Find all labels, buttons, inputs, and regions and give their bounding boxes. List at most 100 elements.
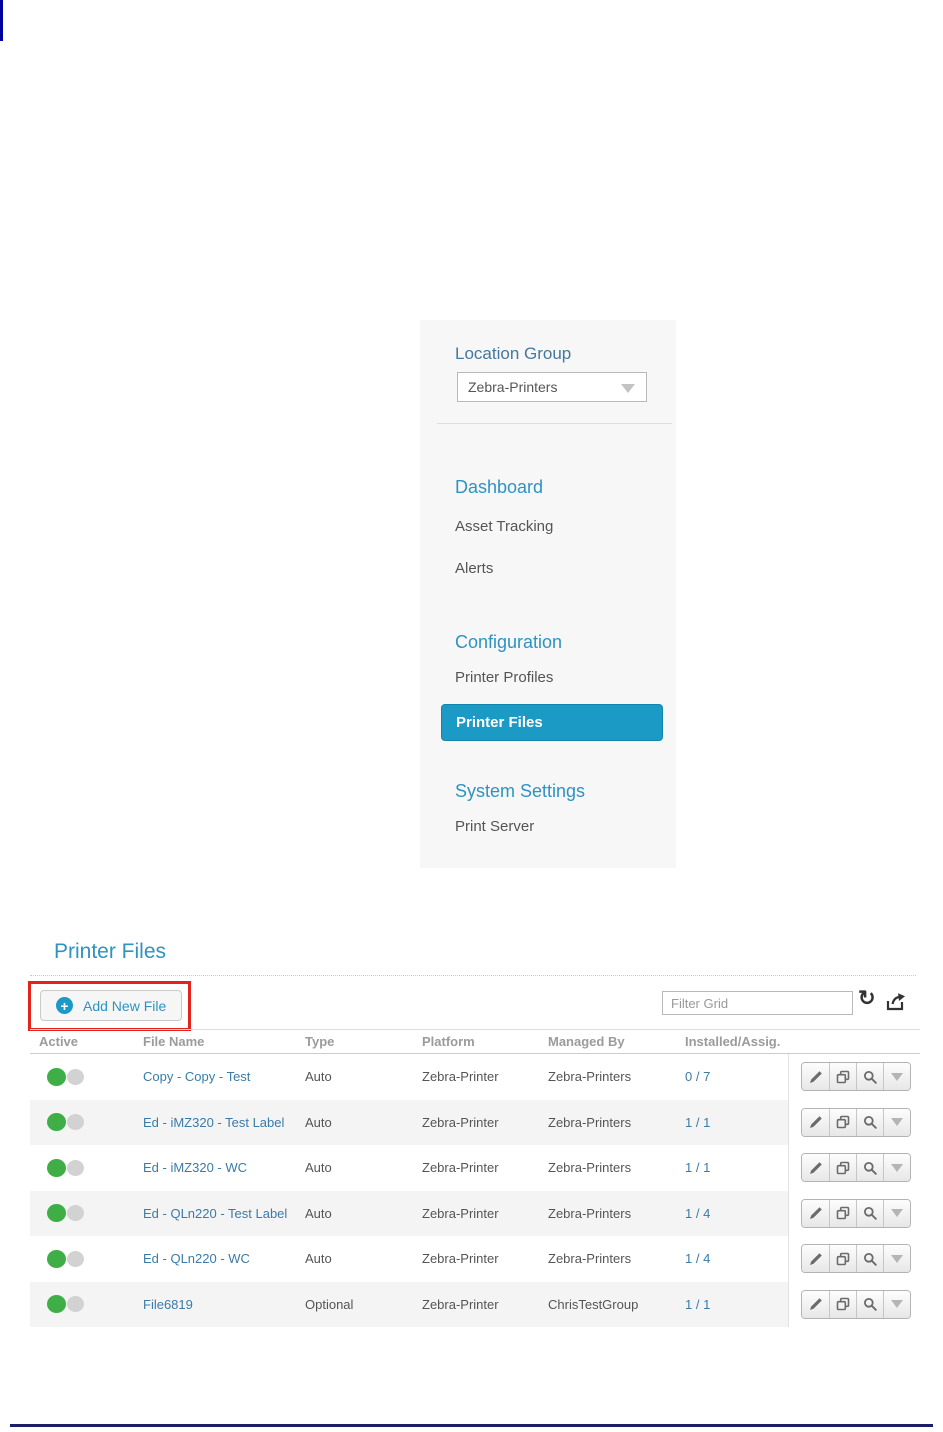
active-off-indicator[interactable]	[67, 1205, 84, 1222]
edit-button[interactable]	[802, 1154, 829, 1181]
magnifier-button[interactable]	[856, 1108, 883, 1136]
file-name-link[interactable]: Copy - Copy - Test	[143, 1054, 250, 1100]
magnifier-button[interactable]	[856, 1290, 883, 1318]
active-off-indicator[interactable]	[67, 1296, 84, 1313]
pencil-icon	[809, 1116, 822, 1128]
installed-assigned-link[interactable]: 1 / 4	[685, 1236, 710, 1282]
edit-button[interactable]	[802, 1245, 829, 1272]
installed-assigned-link[interactable]: 1 / 1	[685, 1282, 710, 1328]
row-actions	[801, 1289, 911, 1319]
more-dropdown-button[interactable]	[883, 1245, 910, 1272]
file-managed-by: Zebra-Printers	[548, 1114, 632, 1130]
refresh-icon[interactable]: ↻	[858, 988, 876, 1009]
edit-button[interactable]	[802, 1199, 829, 1227]
copy-button[interactable]	[829, 1108, 856, 1136]
active-cell	[47, 1282, 84, 1328]
magnifier-icon	[864, 1070, 877, 1084]
footer-rule	[10, 1424, 933, 1427]
copy-icon	[836, 1297, 850, 1311]
page-title: Printer Files	[54, 940, 167, 963]
file-name-link[interactable]: Ed - iMZ320 - Test Label	[143, 1100, 284, 1146]
more-dropdown-button[interactable]	[883, 1199, 910, 1227]
add-new-file-button[interactable]: + Add New File	[40, 990, 183, 1021]
export-icon[interactable]	[886, 992, 907, 1014]
copy-button[interactable]	[829, 1199, 856, 1227]
file-managed-by: Zebra-Printers	[548, 1205, 632, 1221]
sidebar-item-asset-tracking[interactable]: Asset Tracking	[455, 518, 553, 535]
active-on-indicator[interactable]	[47, 1113, 66, 1132]
more-dropdown-button[interactable]	[883, 1154, 910, 1181]
table-row: File6819 Optional Zebra-Printer ChrisTes…	[30, 1281, 920, 1328]
file-platform: Zebra-Printer	[422, 1251, 499, 1267]
sidebar-heading-configuration: Configuration	[455, 632, 563, 652]
active-off-indicator[interactable]	[67, 1159, 84, 1176]
copy-icon	[836, 1161, 850, 1174]
copy-icon	[836, 1206, 850, 1220]
pencil-icon	[809, 1161, 822, 1174]
active-off-indicator[interactable]	[67, 1114, 84, 1131]
sidebar-heading-dashboard: Dashboard	[455, 477, 544, 497]
file-name-link[interactable]: Ed - QLn220 - WC	[143, 1236, 250, 1282]
sidebar-item-print-server[interactable]: Print Server	[455, 818, 534, 835]
file-type: Auto	[305, 1205, 332, 1221]
edit-button[interactable]	[802, 1290, 829, 1318]
copy-icon	[836, 1070, 850, 1083]
file-platform: Zebra-Printer	[422, 1069, 499, 1085]
active-cell	[47, 1236, 84, 1282]
table-body: Copy - Copy - Test Auto Zebra-Printer Ze…	[30, 1054, 920, 1327]
file-managed-by: Zebra-Printers	[548, 1160, 632, 1176]
active-cell	[47, 1100, 84, 1146]
chevron-down-icon	[891, 1072, 903, 1081]
active-off-indicator[interactable]	[67, 1250, 84, 1267]
page-edge-marker	[0, 0, 3, 41]
magnifier-button[interactable]	[856, 1245, 883, 1272]
file-managed-by: ChrisTestGroup	[548, 1296, 639, 1312]
active-on-indicator[interactable]	[47, 1249, 66, 1268]
edit-button[interactable]	[802, 1063, 829, 1090]
magnifier-button[interactable]	[856, 1063, 883, 1090]
file-type: Auto	[305, 1114, 332, 1130]
filter-grid-input[interactable]	[662, 991, 853, 1015]
active-on-indicator[interactable]	[47, 1204, 66, 1223]
active-on-indicator[interactable]	[47, 1067, 66, 1086]
more-dropdown-button[interactable]	[883, 1063, 910, 1090]
row-actions	[801, 1198, 911, 1228]
installed-assigned-link[interactable]: 1 / 1	[685, 1145, 710, 1191]
chevron-down-icon	[891, 1163, 903, 1172]
active-on-indicator[interactable]	[47, 1295, 66, 1314]
copy-button[interactable]	[829, 1154, 856, 1181]
sidebar-item-printer-files-selected[interactable]: Printer Files	[441, 704, 663, 741]
active-off-indicator[interactable]	[67, 1068, 84, 1085]
more-dropdown-button[interactable]	[883, 1108, 910, 1136]
sidebar: Location Group Zebra-Printers Dashboard …	[420, 320, 676, 868]
file-name-link[interactable]: File6819	[143, 1282, 193, 1328]
sidebar-item-printer-profiles[interactable]: Printer Profiles	[455, 669, 553, 686]
chevron-down-icon	[621, 384, 635, 393]
magnifier-button[interactable]	[856, 1154, 883, 1181]
copy-icon	[836, 1115, 850, 1129]
col-header-file-name: File Name	[143, 1034, 205, 1049]
more-dropdown-button[interactable]	[883, 1290, 910, 1318]
pencil-icon	[809, 1207, 822, 1219]
location-group-select[interactable]: Zebra-Printers	[457, 372, 647, 402]
copy-button[interactable]	[829, 1063, 856, 1090]
magnifier-icon	[864, 1252, 877, 1266]
chevron-down-icon	[891, 1300, 903, 1308]
col-header-active: Active	[39, 1034, 79, 1049]
copy-button[interactable]	[829, 1245, 856, 1272]
copy-button[interactable]	[829, 1290, 856, 1318]
table-row: Copy - Copy - Test Auto Zebra-Printer Ze…	[30, 1054, 920, 1100]
file-type: Auto	[305, 1251, 332, 1267]
magnifier-button[interactable]	[856, 1199, 883, 1227]
file-name-link[interactable]: Ed - QLn220 - Test Label	[143, 1191, 287, 1237]
file-name-link[interactable]: Ed - iMZ320 - WC	[143, 1145, 247, 1191]
installed-assigned-link[interactable]: 1 / 1	[685, 1100, 710, 1146]
edit-button[interactable]	[802, 1108, 829, 1136]
installed-assigned-link[interactable]: 0 / 7	[685, 1054, 710, 1100]
active-on-indicator[interactable]	[47, 1158, 66, 1177]
file-type: Auto	[305, 1160, 332, 1176]
row-actions	[801, 1107, 911, 1137]
sidebar-item-alerts[interactable]: Alerts	[455, 560, 493, 577]
magnifier-icon	[864, 1116, 877, 1129]
installed-assigned-link[interactable]: 1 / 4	[685, 1191, 710, 1237]
